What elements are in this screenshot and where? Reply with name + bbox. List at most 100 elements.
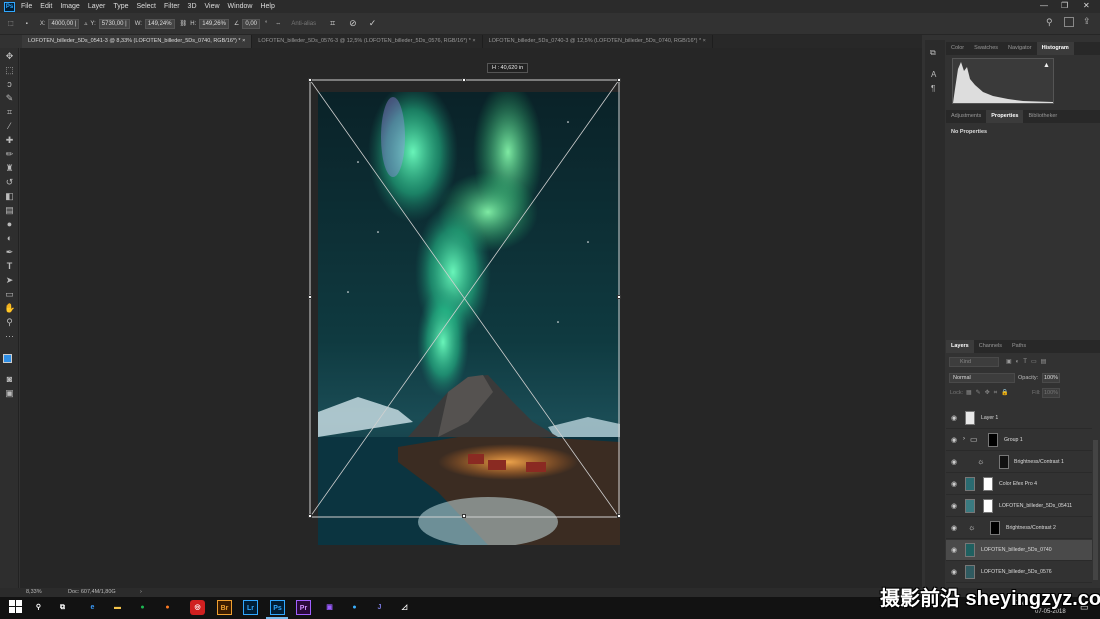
path-selection-tool-icon[interactable]: ➤	[4, 275, 15, 286]
premiere-app-icon[interactable]: Pr	[296, 600, 311, 615]
hand-tool-icon[interactable]: ✋	[4, 303, 15, 314]
layer-row[interactable]: ◉ ☼ Brightness/Contrast 1	[946, 452, 1092, 473]
eye-icon[interactable]: ◉	[951, 568, 957, 576]
zoom-tool-icon[interactable]: ⚲	[4, 317, 15, 328]
quick-select-tool-icon[interactable]: ✎	[4, 93, 15, 104]
tab-layers[interactable]: Layers	[946, 340, 974, 353]
blend-mode-select[interactable]: Normal	[949, 373, 1015, 383]
blue-circle-app-icon[interactable]: ●	[347, 600, 362, 615]
gradient-tool-icon[interactable]: ▤	[4, 205, 15, 216]
screen-capture-app-icon[interactable]: ◿	[397, 600, 412, 615]
layer-filter-icons[interactable]: ▣◐T▭▤	[1006, 358, 1050, 365]
brush-tool-icon[interactable]: ✏	[4, 149, 15, 160]
layers-scrollbar[interactable]	[1093, 440, 1098, 580]
workspace-icon[interactable]	[1064, 17, 1074, 27]
delta-icon[interactable]: ▵	[84, 20, 87, 27]
transform-handle-bottom-left[interactable]	[308, 514, 312, 518]
lock-icons[interactable]: ▦✎✥⌗🔒	[966, 389, 1013, 397]
interpolation-icon[interactable]: ⇔	[275, 21, 281, 27]
tab-adjustments[interactable]: Adjustments	[946, 110, 986, 123]
filter-kind-select[interactable]: Kind	[949, 357, 999, 367]
transform-handle-top[interactable]	[462, 78, 466, 82]
eye-icon[interactable]: ◉	[951, 480, 957, 488]
layer-row[interactable]: ◉ LOFOTEN_billeder_5Ds_0576	[946, 562, 1092, 583]
j-app-icon[interactable]: J	[372, 600, 387, 615]
tab-paths[interactable]: Paths	[1007, 340, 1031, 353]
zoom-level[interactable]: 8,33%	[26, 589, 42, 595]
transform-bounding-box[interactable]	[305, 75, 625, 523]
search-icon[interactable]: ⚲	[31, 600, 46, 615]
eye-icon[interactable]: ◉	[951, 502, 957, 510]
file-explorer-icon[interactable]: ▬	[110, 600, 125, 615]
angle-input[interactable]: 0,00	[242, 18, 260, 29]
y-input[interactable]: 5730,00 |	[98, 18, 130, 29]
eye-icon[interactable]: ◉	[951, 524, 957, 532]
marquee-tool-icon[interactable]: ⬚	[4, 65, 15, 76]
layer-row[interactable]: ◉ › ▭ Group 1	[946, 430, 1092, 451]
menu-select[interactable]: Select	[137, 3, 156, 10]
menu-help[interactable]: Help	[260, 3, 274, 10]
close-icon[interactable]: ✕	[1083, 1, 1090, 10]
move-tool-icon[interactable]: ⬚	[8, 20, 14, 27]
menu-3d[interactable]: 3D	[188, 3, 197, 10]
history-brush-tool-icon[interactable]: ↺	[4, 177, 15, 188]
minimize-icon[interactable]: —	[1040, 1, 1048, 10]
reference-point-icon[interactable]: ▪	[26, 21, 28, 27]
layer-row[interactable]: ◉ Color Efex Pro 4	[946, 474, 1092, 495]
healing-brush-tool-icon[interactable]: ✚	[4, 135, 15, 146]
commit-transform-icon[interactable]: ✓	[369, 18, 377, 29]
layer-row[interactable]: ◉ LOFOTEN_billeder_5Ds_0740	[946, 540, 1092, 561]
menu-edit[interactable]: Edit	[40, 3, 52, 10]
tab-properties[interactable]: Properties	[986, 110, 1024, 123]
link-icon[interactable]: ⛓	[180, 20, 188, 27]
menu-layer[interactable]: Layer	[88, 3, 106, 10]
eraser-tool-icon[interactable]: ◧	[4, 191, 15, 202]
windows-start-icon[interactable]	[8, 600, 23, 615]
transform-handle-bottom-right[interactable]	[617, 514, 621, 518]
height-input[interactable]: 149,26%	[199, 18, 229, 29]
more-tools-icon[interactable]: ···	[4, 331, 15, 342]
fill-input[interactable]: 100%	[1042, 388, 1060, 398]
pen-tool-icon[interactable]: ✒	[4, 247, 15, 258]
lightroom-app-icon[interactable]: Lr	[243, 600, 258, 615]
warp-icon[interactable]: ⌗	[330, 18, 335, 29]
status-arrow-icon[interactable]: ›	[140, 589, 142, 595]
firefox-icon[interactable]: ●	[160, 600, 175, 615]
menu-image[interactable]: Image	[60, 3, 79, 10]
red-app-icon[interactable]: ◎	[190, 600, 205, 615]
close-tab-icon[interactable]: ×	[472, 38, 475, 44]
menu-file[interactable]: File	[21, 3, 32, 10]
transform-handle-top-right[interactable]	[617, 78, 621, 82]
width-input[interactable]: 149,24%	[144, 18, 175, 29]
dodge-tool-icon[interactable]: ◐	[4, 233, 15, 244]
eye-icon[interactable]: ◉	[951, 414, 957, 422]
antialias-label[interactable]: Anti-alias	[291, 21, 316, 27]
type-tool-icon[interactable]: T	[4, 261, 15, 272]
layer-row[interactable]: ◉ ☼ Brightness/Contrast 2	[946, 518, 1092, 539]
eye-icon[interactable]: ◉	[951, 546, 957, 554]
tab-libraries[interactable]: Bibliotheker	[1023, 110, 1062, 123]
foreground-color-swatch[interactable]	[3, 354, 12, 363]
tab-document-0541[interactable]: LOFOTEN_billeder_5Ds_0541-3 @ 8,33% (LOF…	[22, 35, 253, 48]
tab-swatches[interactable]: Swatches	[969, 42, 1003, 55]
move-tool-icon[interactable]: ✥	[4, 51, 15, 62]
tab-document-0740[interactable]: LOFOTEN_billeder_5Ds_0740-3 @ 12,5% (LOF…	[483, 35, 713, 48]
layer-row[interactable]: ◉ LOFOTEN_billeder_5Ds_05411	[946, 496, 1092, 517]
transform-handle-right[interactable]	[617, 295, 621, 299]
quick-mask-icon[interactable]: ◙	[4, 374, 15, 385]
maximize-icon[interactable]: ❐	[1061, 1, 1068, 10]
tab-navigator[interactable]: Navigator	[1003, 42, 1037, 55]
close-tab-icon[interactable]: ×	[703, 38, 706, 44]
layer-row[interactable]: ◉ Layer 1	[946, 408, 1092, 429]
transform-handle-top-left[interactable]	[308, 78, 312, 82]
close-tab-icon[interactable]: ×	[242, 38, 245, 44]
clone-stamp-tool-icon[interactable]: ♜	[4, 163, 15, 174]
character-icon[interactable]: A	[931, 70, 936, 79]
edge-icon[interactable]: e	[85, 600, 100, 615]
transform-handle-left[interactable]	[308, 295, 312, 299]
tab-document-0576[interactable]: LOFOTEN_billeder_5Ds_0576-3 @ 12,5% (LOF…	[252, 35, 483, 48]
cancel-transform-icon[interactable]: ⊘	[349, 18, 357, 29]
purple-app-icon[interactable]: ▣	[322, 600, 337, 615]
crop-tool-icon[interactable]: ⌗	[4, 107, 15, 118]
expand-arrow-icon[interactable]: ›	[963, 436, 965, 442]
